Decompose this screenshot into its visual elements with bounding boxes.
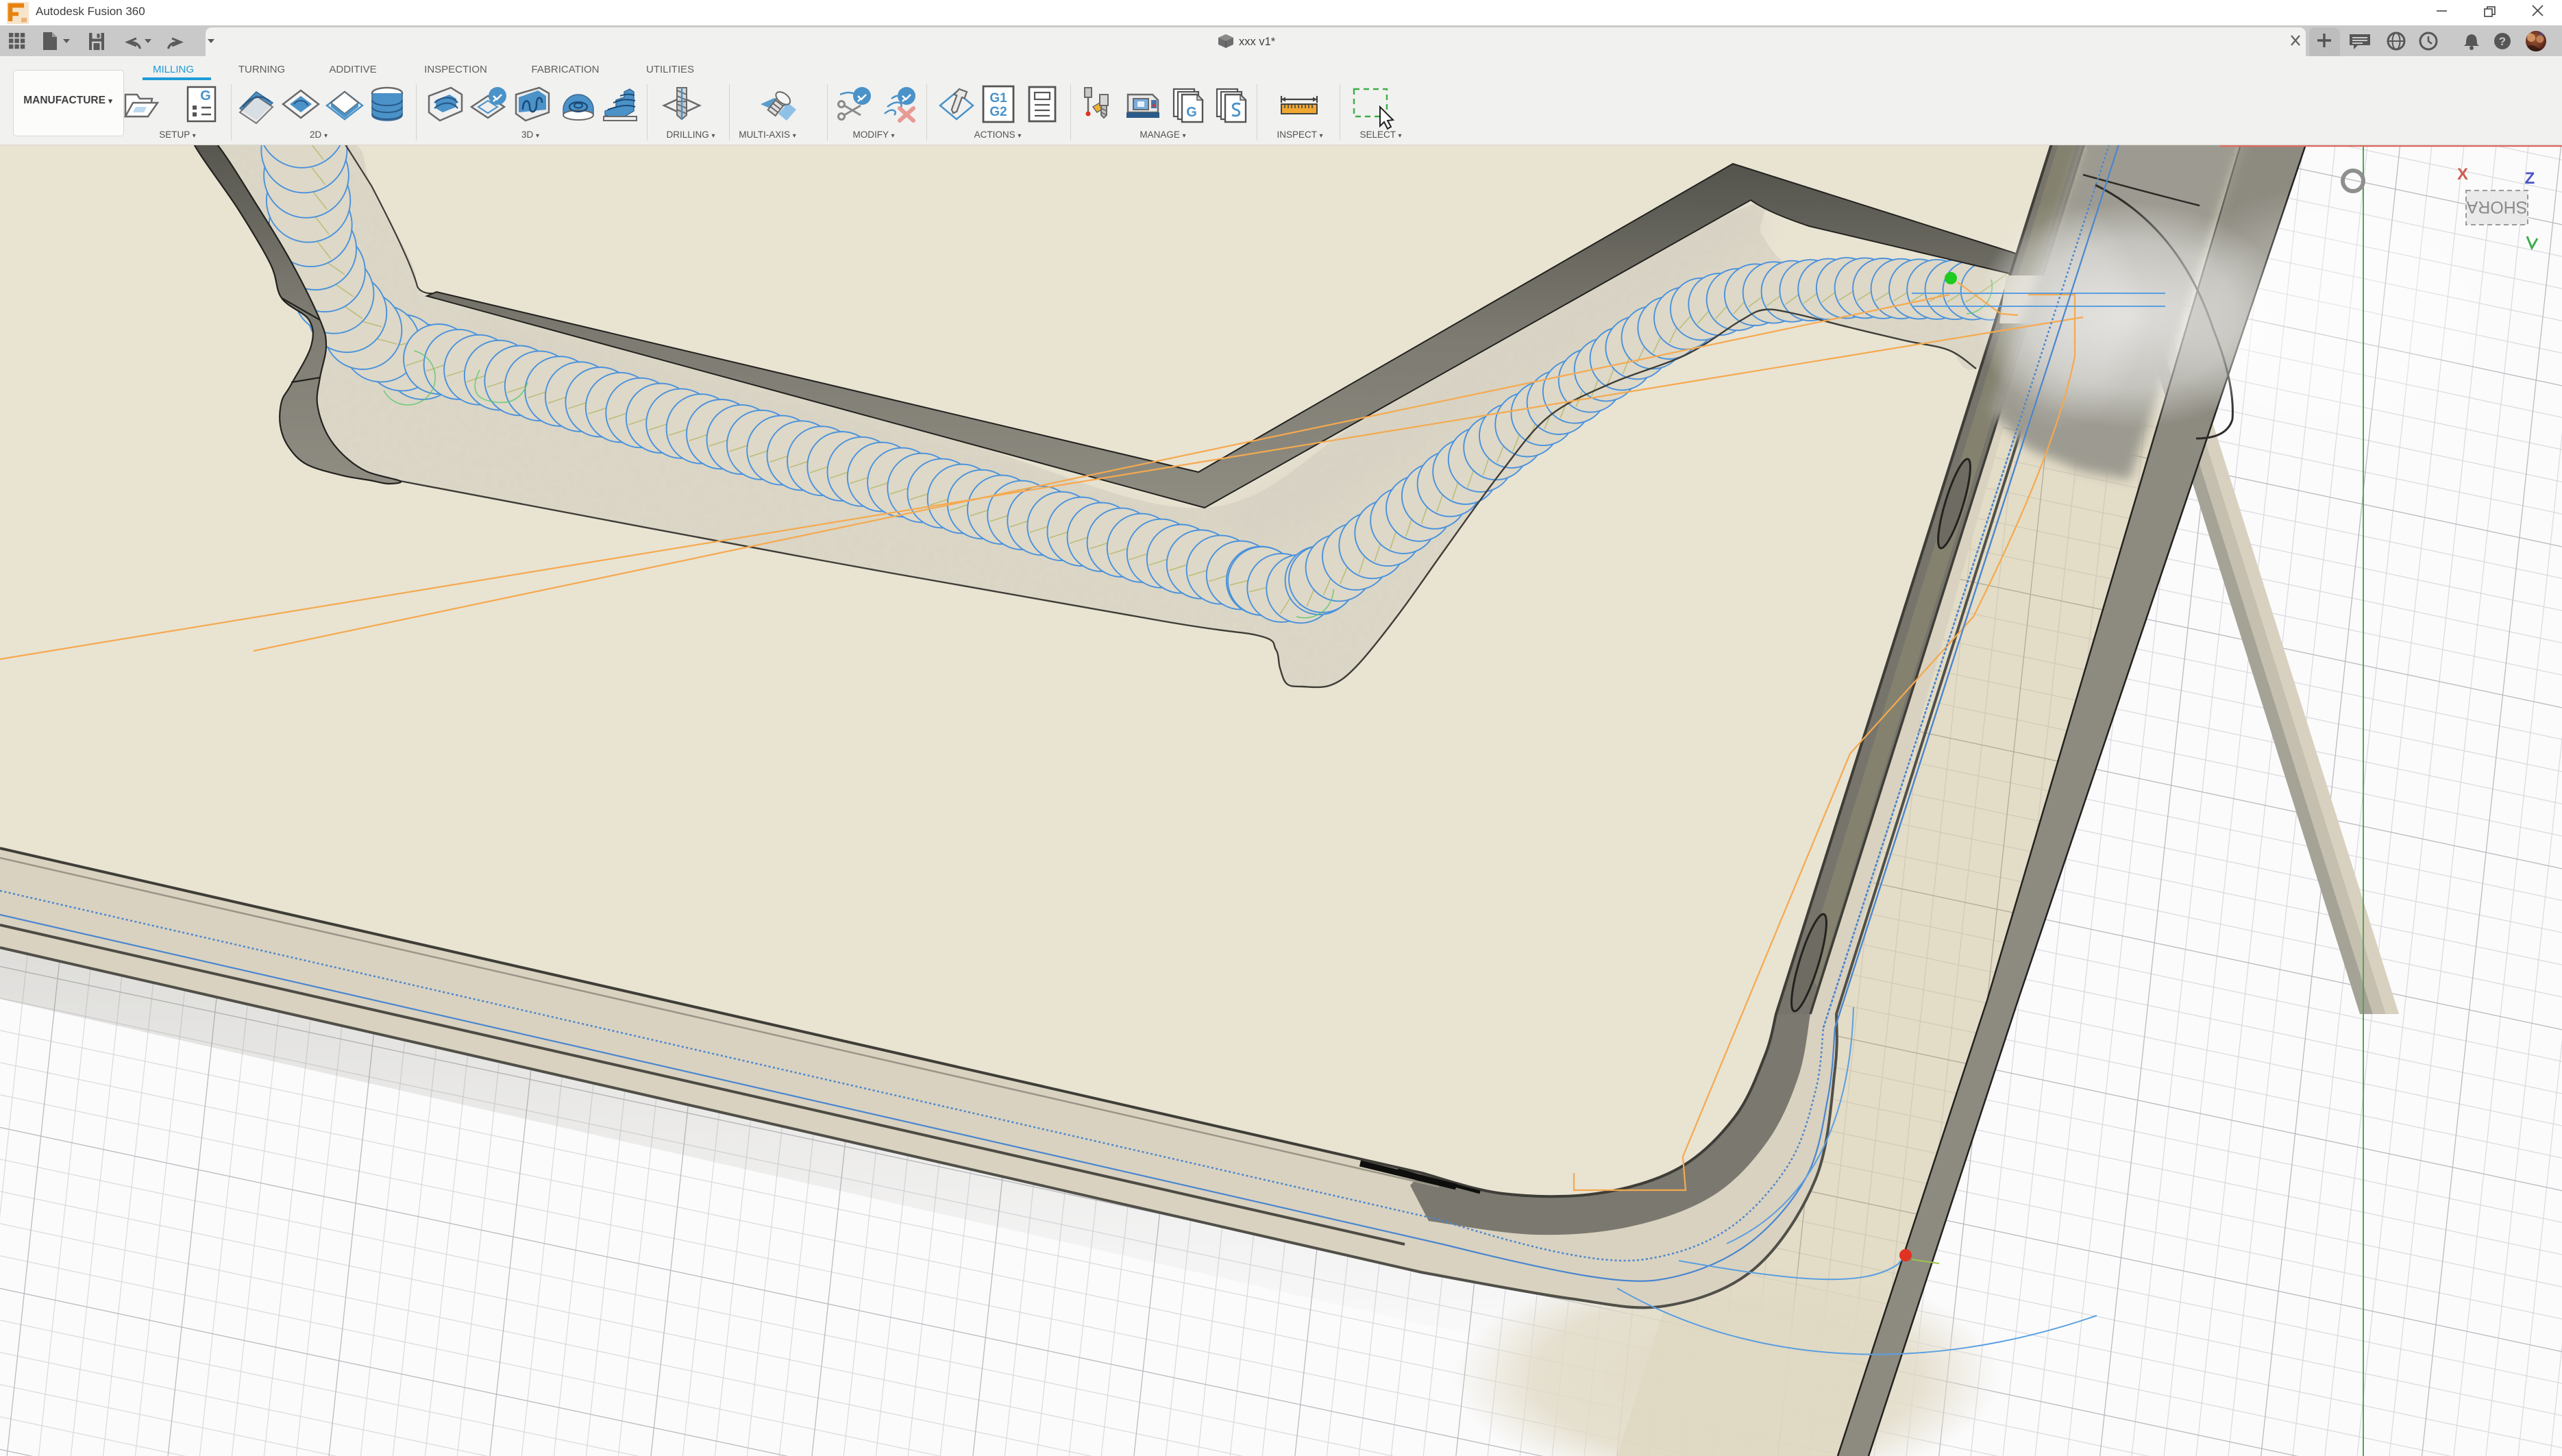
svg-text:G1: G1	[989, 91, 1007, 106]
svg-text:X: X	[2457, 165, 2468, 184]
svg-text:G: G	[200, 88, 211, 103]
svg-text:?: ?	[2499, 35, 2506, 48]
svg-text:G2: G2	[989, 105, 1007, 119]
svg-text:Z: Z	[2525, 169, 2535, 188]
svg-text:SHORA: SHORA	[2466, 197, 2527, 217]
svg-text:G: G	[1186, 105, 1197, 120]
svg-text:xxx v1*: xxx v1*	[1239, 36, 1276, 48]
